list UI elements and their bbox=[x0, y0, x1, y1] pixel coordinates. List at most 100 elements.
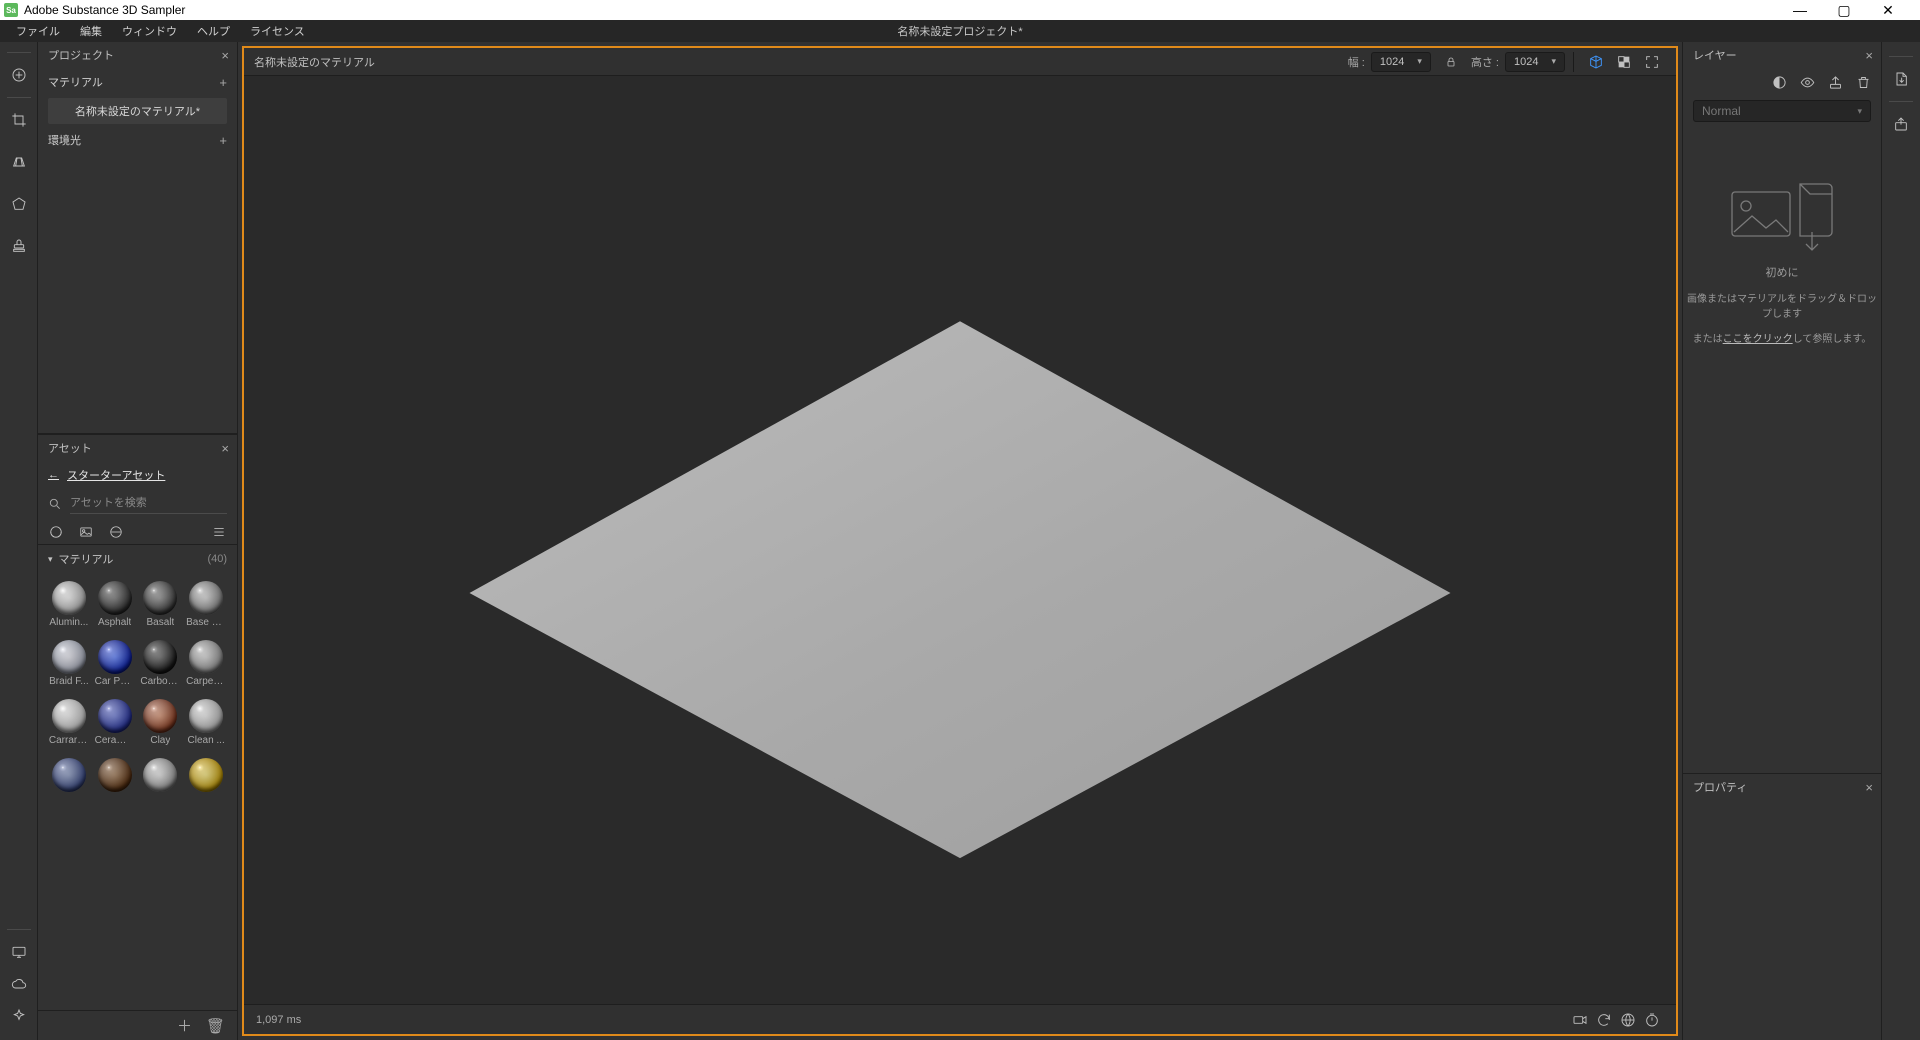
material-sphere-icon bbox=[189, 581, 223, 615]
polygon-icon[interactable] bbox=[5, 190, 33, 218]
layers-drop-zone[interactable]: 初めに 画像またはマテリアルをドラッグ＆ドロップします またはここをクリックして… bbox=[1683, 126, 1881, 773]
material-sphere-icon bbox=[189, 758, 223, 792]
width-select[interactable]: 1024 ▾ bbox=[1371, 52, 1431, 72]
close-button[interactable]: ✕ bbox=[1866, 2, 1910, 19]
asset-item[interactable]: Base M... bbox=[185, 581, 227, 628]
material-sphere-icon bbox=[143, 640, 177, 674]
asset-item[interactable] bbox=[94, 758, 136, 794]
asset-item[interactable]: Basalt bbox=[140, 581, 182, 628]
menu-license[interactable]: ライセンス bbox=[240, 20, 315, 42]
chevron-down-icon: ▾ bbox=[1857, 106, 1862, 117]
material-sphere-icon bbox=[52, 758, 86, 792]
view-3d-button[interactable] bbox=[1582, 50, 1610, 74]
material-sphere-icon bbox=[52, 699, 86, 733]
menu-window[interactable]: ウィンドウ bbox=[112, 20, 187, 42]
asset-label: Carpet ... bbox=[186, 676, 226, 687]
drop-line2: 画像またはマテリアルをドラッグ＆ドロップします bbox=[1683, 290, 1881, 320]
layers-panel-header: レイヤー × bbox=[1683, 42, 1881, 68]
project-title: 名称未設定プロジェクト* bbox=[897, 23, 1022, 39]
asset-item[interactable] bbox=[140, 758, 182, 794]
blend-mode-value: Normal bbox=[1702, 104, 1741, 118]
lock-icon[interactable] bbox=[1445, 56, 1457, 68]
add-icon[interactable] bbox=[5, 61, 33, 89]
height-value: 1024 bbox=[1514, 56, 1538, 68]
material-sphere-icon bbox=[98, 581, 132, 615]
layer-export-icon[interactable] bbox=[1827, 74, 1843, 90]
globe-icon[interactable] bbox=[1616, 1008, 1640, 1032]
asset-item[interactable]: Alumin... bbox=[48, 581, 90, 628]
assets-back-label: スターターアセット bbox=[67, 467, 165, 483]
right-rail bbox=[1882, 42, 1920, 1040]
viewport-bottombar: 1,097 ms bbox=[244, 1004, 1676, 1034]
sparkle-icon[interactable] bbox=[5, 1002, 33, 1030]
asset-item[interactable]: Cerami... bbox=[94, 699, 136, 746]
fullscreen-button[interactable] bbox=[1638, 50, 1666, 74]
asset-item[interactable] bbox=[48, 758, 90, 794]
assets-search-input[interactable] bbox=[70, 493, 227, 514]
minimize-button[interactable]: — bbox=[1778, 2, 1822, 18]
chevron-down-icon: ▾ bbox=[1417, 56, 1422, 67]
camera-icon[interactable] bbox=[1568, 1008, 1592, 1032]
asset-item[interactable]: Car Paint bbox=[94, 640, 136, 687]
filter-list-icon[interactable] bbox=[211, 524, 227, 540]
asset-filter-tabs bbox=[38, 518, 237, 545]
props-panel-close-icon[interactable]: × bbox=[1865, 780, 1873, 795]
project-panel-close-icon[interactable]: × bbox=[221, 48, 229, 63]
asset-item[interactable]: Carpet ... bbox=[185, 640, 227, 687]
material-sphere-icon bbox=[189, 640, 223, 674]
asset-label: Basalt bbox=[146, 617, 174, 628]
layers-panel-close-icon[interactable]: × bbox=[1865, 48, 1873, 63]
menu-file[interactable]: ファイル bbox=[6, 20, 70, 42]
viewport-tab-title: 名称未設定のマテリアル bbox=[254, 54, 375, 70]
material-item[interactable]: 名称未設定のマテリアル* bbox=[48, 98, 227, 124]
asset-group-header[interactable]: ▾ マテリアル (40) bbox=[38, 545, 237, 573]
layer-adjust-icon[interactable] bbox=[1771, 74, 1787, 90]
env-section-header[interactable]: 環境光 + bbox=[38, 126, 237, 154]
asset-item[interactable]: Clean ... bbox=[185, 699, 227, 746]
perspective-icon[interactable] bbox=[5, 148, 33, 176]
asset-item[interactable]: Carrara... bbox=[48, 699, 90, 746]
desktop-icon[interactable] bbox=[5, 938, 33, 966]
asset-item[interactable]: Clay bbox=[140, 699, 182, 746]
asset-label: Carrara... bbox=[49, 735, 89, 746]
material-section-header[interactable]: マテリアル + bbox=[38, 68, 237, 96]
asset-item[interactable]: Carbon ... bbox=[140, 640, 182, 687]
asset-label: Asphalt bbox=[98, 617, 131, 628]
browse-link[interactable]: ここをクリック bbox=[1723, 334, 1793, 345]
asset-item[interactable]: Asphalt bbox=[94, 581, 136, 628]
asset-add-icon[interactable]: ＋ bbox=[177, 1015, 192, 1036]
export-icon[interactable] bbox=[1887, 65, 1915, 93]
menu-help[interactable]: ヘルプ bbox=[187, 20, 240, 42]
add-material-icon[interactable]: + bbox=[219, 75, 227, 90]
height-select[interactable]: 1024 ▾ bbox=[1505, 52, 1565, 72]
filter-environment-icon[interactable] bbox=[108, 524, 124, 540]
asset-trash-icon[interactable]: 🗑 bbox=[206, 1017, 225, 1035]
viewport-canvas[interactable] bbox=[244, 76, 1676, 1004]
assets-panel: アセット × ← スターターアセット ▾ マテリアル (40) bbox=[38, 434, 237, 1040]
share-icon[interactable] bbox=[1887, 110, 1915, 138]
maximize-button[interactable]: ▢ bbox=[1822, 2, 1866, 19]
filter-image-icon[interactable] bbox=[78, 524, 94, 540]
blend-mode-select[interactable]: Normal ▾ bbox=[1693, 100, 1871, 122]
filter-material-icon[interactable] bbox=[48, 524, 64, 540]
stamp-icon[interactable] bbox=[5, 232, 33, 260]
asset-item[interactable] bbox=[185, 758, 227, 794]
menu-bar: ファイル 編集 ウィンドウ ヘルプ ライセンス 名称未設定プロジェクト* bbox=[0, 20, 1920, 42]
assets-back-button[interactable]: ← スターターアセット bbox=[38, 461, 237, 489]
env-section-label: 環境光 bbox=[48, 132, 81, 148]
material-sphere-icon bbox=[143, 758, 177, 792]
timer-icon[interactable] bbox=[1640, 1008, 1664, 1032]
drop-line3: またはここをクリックして参照します。 bbox=[1693, 330, 1872, 345]
layer-trash-icon[interactable] bbox=[1855, 74, 1871, 90]
refresh-icon[interactable] bbox=[1592, 1008, 1616, 1032]
menu-edit[interactable]: 編集 bbox=[70, 20, 112, 42]
layer-visibility-icon[interactable] bbox=[1799, 74, 1815, 90]
crop-icon[interactable] bbox=[5, 106, 33, 134]
asset-item[interactable]: Braid F... bbox=[48, 640, 90, 687]
width-value: 1024 bbox=[1380, 56, 1404, 68]
view-2d-button[interactable] bbox=[1610, 50, 1638, 74]
chevron-down-icon: ▾ bbox=[1551, 56, 1556, 67]
assets-panel-close-icon[interactable]: × bbox=[221, 441, 229, 456]
cloud-icon[interactable] bbox=[5, 970, 33, 998]
add-env-icon[interactable]: + bbox=[219, 133, 227, 148]
